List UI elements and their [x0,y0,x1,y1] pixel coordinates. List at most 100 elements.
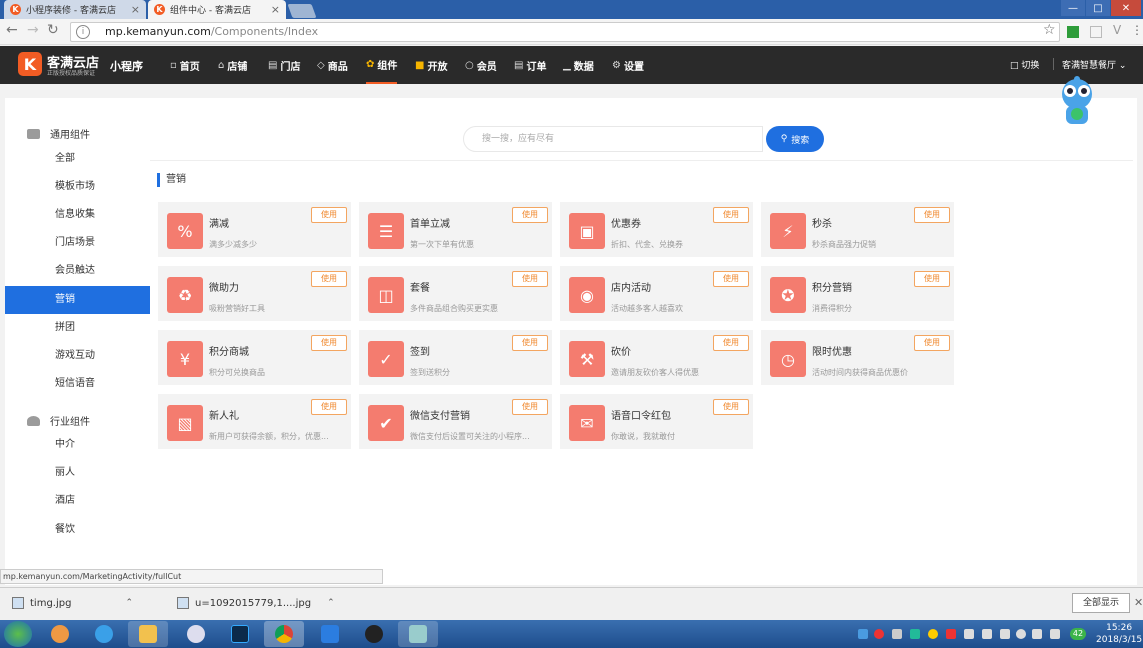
start-button[interactable] [4,621,32,647]
use-button[interactable]: 使用 [512,207,548,223]
taskbar-obs-icon[interactable] [354,621,394,647]
sidebar-item-marketing[interactable]: 营销 [5,286,150,314]
component-card[interactable]: ▧ 新人礼 新用户可获得余额，积分，优惠... 使用 [158,394,351,449]
component-card[interactable]: ✉ 语音口令红包 你敢说，我就敢付 使用 [560,394,753,449]
extension-icon[interactable] [1067,26,1079,38]
component-card[interactable]: ▣ 优惠券 折扣、代金、兑换券 使用 [560,202,753,257]
back-icon[interactable]: ← [6,22,18,38]
use-button[interactable]: 使用 [914,335,950,351]
use-button[interactable]: 使用 [311,335,347,351]
sidebar-item-all[interactable]: 全部 [5,145,150,173]
use-button[interactable]: 使用 [311,207,347,223]
nav-stores[interactable]: ▤ 门店 [268,46,300,84]
sidebar-item-hotel[interactable]: 酒店 [5,487,150,515]
sidebar-item-info-collect[interactable]: 信息收集 [5,201,150,229]
taskbar-chrome-icon[interactable] [264,621,304,647]
chevron-up-icon[interactable]: ⌃ [125,598,133,608]
tray-icon[interactable] [1000,629,1010,639]
window-close-icon[interactable]: ✕ [1111,0,1141,16]
show-all-button[interactable]: 全部显示 [1072,593,1130,613]
sidebar-item-sms-voice[interactable]: 短信语音 [5,370,150,398]
switch-button[interactable]: □ 切换 [1010,58,1039,71]
taskbar-app-icon[interactable] [398,621,438,647]
search-button[interactable]: ⚲ 搜索 [766,126,824,152]
use-button[interactable]: 使用 [914,207,950,223]
sidebar-item-dining[interactable]: 餐饮 [5,516,150,544]
extension-icon[interactable] [1090,26,1102,38]
nav-settings[interactable]: ⚙ 设置 [612,46,644,84]
component-card[interactable]: ✪ 积分营销 消费得积分 使用 [761,266,954,321]
forward-icon[interactable]: → [27,22,39,38]
use-button[interactable]: 使用 [713,271,749,287]
new-tab-button[interactable] [287,4,317,18]
nav-home[interactable]: ▫ 首页 [170,46,200,84]
component-card[interactable]: ◷ 限时优惠 活动时间内获得商品优惠价 使用 [761,330,954,385]
network-icon[interactable] [1050,629,1060,639]
use-button[interactable]: 使用 [512,335,548,351]
component-card[interactable]: ✔ 微信支付营销 微信支付后设置可关注的小程序... 使用 [359,394,552,449]
nav-data[interactable]: ▁ 数据 [563,46,594,84]
download-item[interactable]: timg.jpg ⌃ [12,597,133,609]
use-button[interactable]: 使用 [713,207,749,223]
download-item[interactable]: u=1092015779,1....jpg ⌃ [177,597,335,609]
maximize-icon[interactable]: □ [1086,0,1110,16]
logo-icon[interactable]: K [18,52,42,76]
tray-icon[interactable] [874,629,884,639]
bookmark-star-icon[interactable]: ☆ [1043,22,1056,38]
taskbar-app-icon[interactable] [40,621,80,647]
component-card[interactable]: ¥ 积分商城 积分可兑换商品 使用 [158,330,351,385]
sidebar-item-template-market[interactable]: 模板市场 [5,173,150,201]
mascot-robot-icon[interactable] [1058,76,1096,128]
page-info-icon[interactable]: i [76,25,90,39]
flag-icon[interactable] [1032,629,1042,639]
tab-close-icon[interactable]: × [271,3,280,16]
tab-mini-program-decor[interactable]: K 小程序装修 - 客满云店 × [4,0,146,19]
tray-icon[interactable] [946,629,956,639]
tab-component-center[interactable]: K 组件中心 - 客满云店 × [148,0,286,19]
store-selector[interactable]: 客满智慧餐厅 ⌄ [1062,58,1126,71]
nav-products[interactable]: ◇ 商品 [317,46,348,84]
tray-icon[interactable] [892,629,902,639]
use-button[interactable]: 使用 [713,399,749,415]
use-button[interactable]: 使用 [311,271,347,287]
component-card[interactable]: ✓ 签到 签到送积分 使用 [359,330,552,385]
nav-orders[interactable]: ▤ 订单 [514,46,546,84]
component-card[interactable]: ♻ 微助力 吸粉营销好工具 使用 [158,266,351,321]
volume-icon[interactable] [1016,629,1026,639]
use-button[interactable]: 使用 [914,271,950,287]
component-card[interactable]: ◫ 套餐 多件商品组合购买更实惠 使用 [359,266,552,321]
tray-icon[interactable] [910,629,920,639]
address-bar[interactable]: mp.kemanyun.com/Components/Index [70,22,1060,42]
chevron-up-icon[interactable]: ⌃ [327,598,335,608]
component-card[interactable]: ◉ 店内活动 活动越多客人越喜欢 使用 [560,266,753,321]
tray-icon[interactable] [858,629,868,639]
reload-icon[interactable]: ↻ [47,22,59,38]
clock[interactable]: 15:26 2018/3/15 [1096,622,1142,646]
minimize-icon[interactable]: — [1061,0,1085,16]
sidebar-item-games[interactable]: 游戏互动 [5,342,150,370]
sidebar-item-beauty[interactable]: 丽人 [5,459,150,487]
component-card[interactable]: ⚒ 砍价 邀请朋友砍价客人得优惠 使用 [560,330,753,385]
use-button[interactable]: 使用 [311,399,347,415]
search-input[interactable]: 搜一搜，应有尽有 [463,126,763,152]
sidebar-item-member-reach[interactable]: 会员触达 [5,257,150,285]
tray-icon[interactable] [982,629,992,639]
nav-components[interactable]: ✿ 组件 [366,46,398,84]
component-card[interactable]: % 满减 满多少减多少 使用 [158,202,351,257]
menu-icon[interactable]: ⋮ [1131,23,1143,37]
extension-icon[interactable]: V [1113,23,1121,37]
tray-badge[interactable]: 42 [1070,628,1086,640]
sidebar-item-group-buy[interactable]: 拼团 [5,314,150,342]
taskbar-app-icon[interactable] [310,621,350,647]
nav-shop[interactable]: ⌂ 店铺 [218,46,247,84]
sidebar-item-agency[interactable]: 中介 [5,431,150,459]
taskbar-photoshop-icon[interactable] [220,621,260,647]
tab-close-icon[interactable]: × [131,3,140,16]
close-icon[interactable]: ✕ [1134,596,1143,609]
use-button[interactable]: 使用 [512,399,548,415]
component-card[interactable]: ☰ 首单立减 第一次下单有优惠 使用 [359,202,552,257]
use-button[interactable]: 使用 [713,335,749,351]
nav-open[interactable]: ■ 开放 [415,46,447,84]
sidebar-item-store-scene[interactable]: 门店场景 [5,229,150,257]
taskbar-explorer-icon[interactable] [128,621,168,647]
